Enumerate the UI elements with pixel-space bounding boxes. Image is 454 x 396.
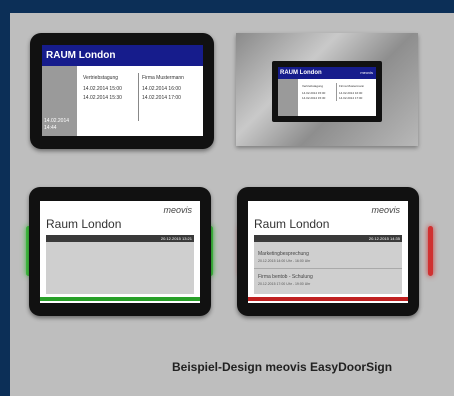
tablet-screen: meovis Raum London 20.12.2015 13:21 xyxy=(40,201,200,303)
tablet-top-right: RAUM London meovis Vertriebstagung 14.02… xyxy=(272,61,382,122)
event-time: 20.12.2015 17:00 Uhr - 19:00 Uhr xyxy=(258,282,311,286)
room-header: RAUM London xyxy=(42,45,203,66)
room-title: Raum London xyxy=(46,217,122,231)
event-end: 14.02.2014 17:00 xyxy=(142,95,181,101)
tablet-screen: meovis Raum London 20.12.2015 14:35 Mark… xyxy=(248,201,408,303)
event-title: Firma bentob - Schulung xyxy=(258,274,313,280)
event-end: 14.02.2014 15:30 xyxy=(83,95,122,101)
tablet-bottom-left: meovis Raum London 20.12.2015 13:21 xyxy=(29,187,211,316)
sidebar-time: 14:44 xyxy=(44,125,57,131)
event-title: Marketingbesprechung xyxy=(258,251,309,257)
event-separator xyxy=(254,268,402,269)
meovis-logo: meovis xyxy=(360,70,373,75)
status-strip xyxy=(248,297,408,301)
event-start: 14.02.2014 15:00 xyxy=(302,91,326,95)
event-title: Firma Mustermann xyxy=(142,75,184,81)
meovis-logo: meovis xyxy=(163,205,192,215)
tablet-screen: RAUM London 14.02.2014 14:44 Vertriebsta… xyxy=(42,45,203,136)
tablet-screen: RAUM London meovis Vertriebstagung 14.02… xyxy=(278,67,376,116)
event-title: Vertriebstagung xyxy=(83,75,119,81)
event-end: 14.02.2014 15:30 xyxy=(302,96,326,100)
event-end: 14.02.2014 17:00 xyxy=(339,96,363,100)
caption: Beispiel-Design meovis EasyDoorSign xyxy=(172,360,393,374)
room-title: Raum London xyxy=(254,217,330,231)
empty-schedule-area xyxy=(46,242,194,294)
date-sidebar xyxy=(278,79,298,116)
column-divider xyxy=(138,73,139,121)
date-sidebar: 14.02.2014 14:44 xyxy=(42,66,77,136)
datetime-bar: 20.12.2015 13:21 xyxy=(46,235,194,242)
datetime-bar: 20.12.2015 14:35 xyxy=(254,235,402,242)
event-start: 14.02.2014 15:00 xyxy=(83,86,122,92)
event-start: 14.02.2014 16:00 xyxy=(339,91,363,95)
event-time: 20.12.2015 14:00 Uhr - 16:00 Uhr xyxy=(258,259,311,263)
meovis-logo: meovis xyxy=(371,205,400,215)
sidebar-date: 14.02.2014 xyxy=(44,118,70,124)
event-start: 14.02.2014 16:00 xyxy=(142,86,181,92)
status-led-right xyxy=(428,226,433,276)
tablet-top-left: RAUM London 14.02.2014 14:44 Vertriebsta… xyxy=(30,33,214,149)
status-strip xyxy=(40,297,200,301)
event-title: Firma Mustermann xyxy=(339,84,365,88)
event-title: Vertriebstagung xyxy=(302,84,324,88)
column-divider xyxy=(336,83,337,101)
tablet-bottom-right: meovis Raum London 20.12.2015 14:35 Mark… xyxy=(237,187,419,316)
